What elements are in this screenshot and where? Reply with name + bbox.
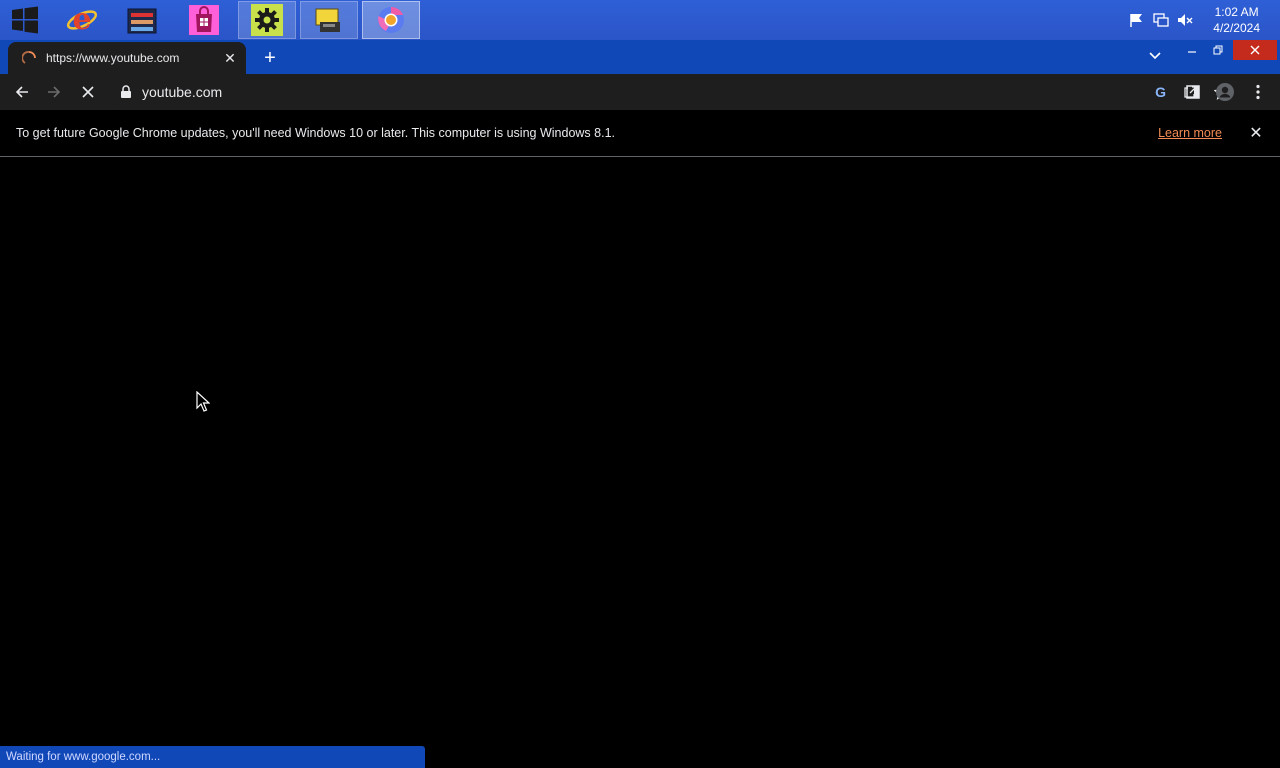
clock-date: 4/2/2024 xyxy=(1213,21,1260,35)
gear-icon xyxy=(251,4,283,36)
fax-scanner-icon xyxy=(315,8,340,32)
taskbar-settings[interactable] xyxy=(238,1,296,39)
restore-button[interactable] xyxy=(1206,40,1230,60)
arrow-right-icon xyxy=(48,86,61,98)
internet-explorer-icon: e xyxy=(66,3,98,37)
stop-loading-button[interactable] xyxy=(76,80,100,104)
network-icon[interactable] xyxy=(1152,12,1170,28)
minimize-icon xyxy=(1188,51,1196,53)
loading-spinner-icon xyxy=(22,51,36,64)
system-tray xyxy=(1128,0,1194,40)
mouse-cursor-icon xyxy=(196,391,210,412)
profile-avatar-icon xyxy=(1216,83,1234,101)
start-button[interactable] xyxy=(0,0,50,40)
chrome-icon xyxy=(378,7,404,33)
update-infobar: To get future Google Chrome updates, you… xyxy=(0,110,1280,157)
tab-strip: https://www.youtube.com ✕ xyxy=(0,40,1280,74)
side-panel-icon xyxy=(1186,85,1200,99)
taskbar-internet-explorer[interactable]: e xyxy=(60,1,104,39)
tab-close-icon[interactable]: ✕ xyxy=(220,48,240,68)
store-icon xyxy=(189,5,219,35)
page-content xyxy=(0,157,1280,768)
taskbar-store[interactable] xyxy=(182,1,226,39)
chrome-menu-button[interactable] xyxy=(1246,80,1270,104)
status-text: Waiting for www.google.com... xyxy=(6,751,161,763)
clock-time: 1:02 AM xyxy=(1214,5,1259,19)
url-text: youtube.com xyxy=(142,84,223,100)
status-bubble: Waiting for www.google.com... xyxy=(0,746,425,768)
arrow-left-icon xyxy=(15,86,28,98)
taskbar-clock[interactable]: 1:02 AM 4/2/2024 xyxy=(1213,4,1260,36)
learn-more-link[interactable]: Learn more xyxy=(1158,126,1222,140)
restore-icon xyxy=(1213,45,1223,55)
close-icon xyxy=(82,86,94,98)
forward-button[interactable] xyxy=(42,80,66,104)
chevron-down-icon xyxy=(1149,52,1161,60)
tab-search-button[interactable] xyxy=(1140,44,1170,68)
browser-tab[interactable]: https://www.youtube.com ✕ xyxy=(8,42,246,74)
profile-button[interactable] xyxy=(1213,80,1237,104)
volume-muted-icon[interactable] xyxy=(1176,12,1194,28)
close-icon xyxy=(1250,45,1260,55)
infobar-message: To get future Google Chrome updates, you… xyxy=(16,126,615,140)
taskbar: e 1:02 AM 4/2/2024 xyxy=(0,0,1280,40)
lock-icon xyxy=(121,85,131,98)
close-window-button[interactable] xyxy=(1233,40,1277,60)
windows-logo-icon xyxy=(12,6,38,34)
flag-icon[interactable] xyxy=(1128,12,1146,28)
kebab-menu-icon xyxy=(1256,84,1260,100)
svg-text:e: e xyxy=(72,3,91,37)
google-lens-icon[interactable]: G xyxy=(1155,84,1166,100)
tab-title: https://www.youtube.com xyxy=(46,51,180,65)
taskbar-file-manager[interactable] xyxy=(120,1,164,39)
browser-toolbar: youtube.com G xyxy=(0,74,1280,110)
taskbar-fax-scanner[interactable] xyxy=(300,1,358,39)
taskbar-chrome[interactable] xyxy=(362,1,420,39)
side-panel-button[interactable] xyxy=(1181,80,1205,104)
minimize-button[interactable] xyxy=(1180,40,1204,60)
file-manager-icon xyxy=(127,8,157,34)
address-bar[interactable]: youtube.com G xyxy=(110,77,1240,107)
back-button[interactable] xyxy=(10,80,34,104)
new-tab-button[interactable]: + xyxy=(258,46,282,70)
infobar-close-icon[interactable]: ✕ xyxy=(1246,123,1266,143)
